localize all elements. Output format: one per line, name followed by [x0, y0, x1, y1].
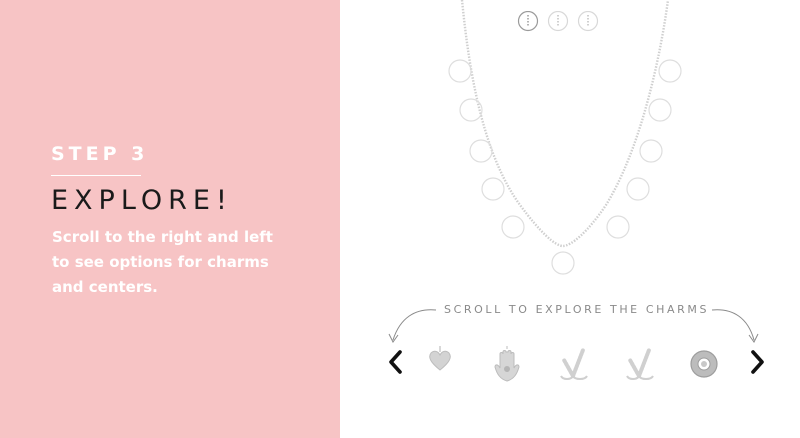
charm-wishbone[interactable]: [553, 340, 593, 388]
right-curve-arrow: [711, 309, 755, 341]
left-curve-arrow: [392, 309, 437, 341]
hamsa-charm-icon: [494, 346, 520, 382]
scroll-left-button[interactable]: [383, 346, 407, 378]
charm-medallion[interactable]: [684, 340, 724, 388]
medallion-charm-icon: [690, 350, 718, 378]
charm-heart[interactable]: [420, 340, 460, 388]
chevron-left-icon: [389, 350, 402, 374]
charm-hamsa[interactable]: [487, 340, 527, 388]
charm-wishbone[interactable]: [619, 340, 659, 388]
heart-charm-icon: [429, 346, 451, 371]
wishbone-charm-icon: [560, 348, 588, 380]
scroll-right-button[interactable]: [746, 346, 770, 378]
scroll-hint: SCROLL TO EXPLORE THE CHARMS: [444, 303, 710, 316]
chevron-right-icon: [751, 350, 764, 374]
wishbone-charm-icon: [626, 348, 654, 380]
